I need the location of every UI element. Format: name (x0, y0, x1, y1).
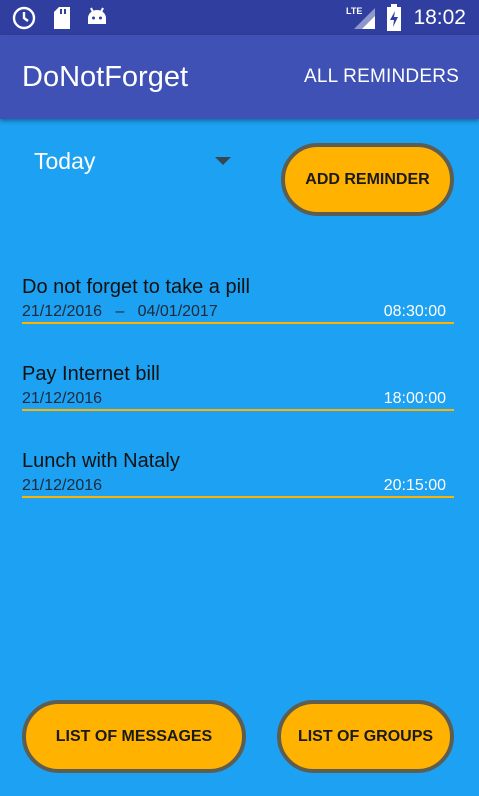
sd-card-icon (54, 7, 70, 29)
reminder-dates: 21/12/2016 (22, 477, 103, 494)
battery-icon (387, 4, 401, 31)
reminder-time: 08:30:00 (383, 303, 446, 320)
list-of-messages-button[interactable]: LIST OF MESSAGES (22, 700, 246, 773)
svg-text:LTE: LTE (346, 6, 362, 16)
filter-dropdown[interactable]: Today (22, 140, 240, 184)
all-reminders-button[interactable]: ALL REMINDERS (304, 66, 459, 88)
reminder-time: 18:00:00 (383, 390, 446, 407)
dropdown-arrow-icon (215, 157, 231, 165)
divider (22, 496, 454, 498)
reminder-dates: 21/12/2016 – 04/01/2017 (22, 303, 218, 320)
reminder-title: Do not forget to take a pill (22, 276, 250, 298)
reminder-item[interactable]: Do not forget to take a pill 21/12/2016 … (22, 276, 454, 326)
reminder-dates: 21/12/2016 (22, 390, 103, 407)
divider (22, 409, 454, 411)
status-time: 18:02 (413, 6, 466, 29)
app-title: DoNotForget (22, 61, 189, 93)
reminder-title: Lunch with Nataly (22, 450, 180, 472)
add-reminder-button[interactable]: ADD REMINDER (281, 143, 454, 216)
reminder-item[interactable]: Pay Internet bill 21/12/2016 18:00:00 (22, 363, 454, 413)
app-bar: DoNotForget ALL REMINDERS (0, 35, 479, 119)
android-icon (88, 7, 106, 24)
reminder-title: Pay Internet bill (22, 363, 160, 385)
list-of-groups-button[interactable]: LIST OF GROUPS (277, 700, 454, 773)
lte-signal-icon: LTE (346, 6, 375, 29)
reminder-item[interactable]: Lunch with Nataly 21/12/2016 20:15:00 (22, 450, 454, 500)
status-bar: LTE 18:02 (0, 0, 479, 35)
reminder-time: 20:15:00 (383, 477, 446, 494)
filter-selected-value: Today (34, 148, 96, 174)
clock-icon (12, 6, 36, 30)
divider (22, 322, 454, 324)
